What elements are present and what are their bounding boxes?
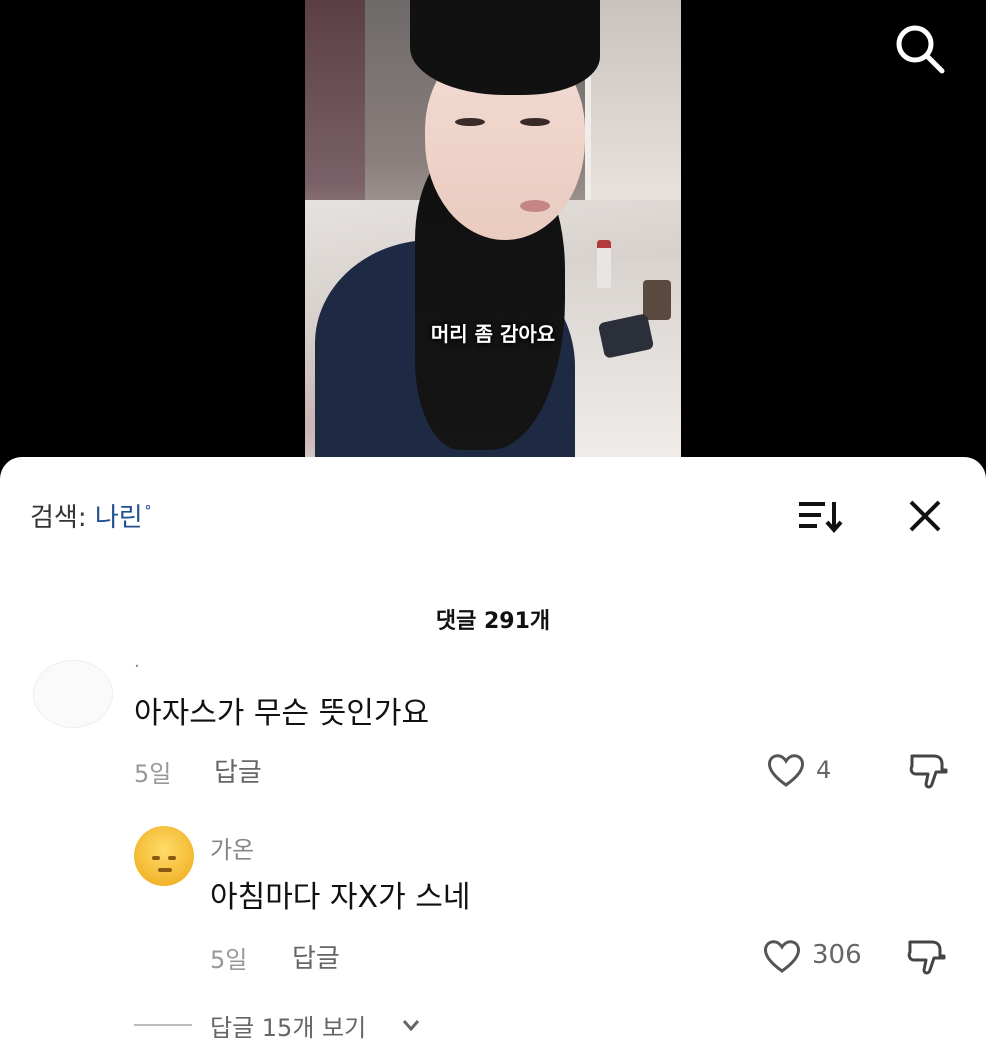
like-count: 4 — [816, 756, 832, 784]
search-query[interactable]: 나린 — [95, 503, 143, 533]
reply-button[interactable]: 답글 — [292, 938, 340, 975]
avatar-eye — [152, 856, 160, 860]
comment-count: 댓글 291개 — [435, 609, 551, 634]
avatar[interactable] — [134, 826, 194, 886]
heart-icon[interactable] — [766, 750, 806, 790]
comment-username[interactable]: · — [134, 656, 140, 677]
avatar[interactable] — [33, 660, 113, 728]
sort-icon[interactable] — [797, 498, 843, 534]
search-icon[interactable] — [893, 22, 947, 76]
view-replies-button[interactable]: 답글 15개 보기 — [210, 1008, 366, 1043]
video-player[interactable]: 머리 좀 감아요 — [305, 0, 681, 460]
reply-button[interactable]: 답글 — [214, 752, 262, 789]
heart-icon[interactable] — [762, 936, 802, 976]
search-suggestion[interactable]: 검색: 나린 ᐤ — [30, 497, 151, 534]
video-pouch — [643, 280, 671, 320]
comment-time: 5일 — [210, 946, 248, 974]
video-person-eye — [455, 118, 485, 126]
like-count: 306 — [812, 940, 862, 970]
video-person-eye — [520, 118, 550, 126]
comment-username[interactable]: 가온 — [210, 830, 254, 865]
close-icon[interactable] — [906, 497, 944, 535]
comment-time: 5일 — [134, 760, 172, 788]
video-person-bangs — [410, 0, 600, 95]
thumbs-down-icon[interactable] — [906, 750, 950, 790]
thumbs-down-icon[interactable] — [904, 936, 948, 976]
search-label: 검색: — [30, 503, 87, 533]
avatar-mouth — [158, 868, 172, 872]
comment-text: 아자스가 무슨 뜻인가요 — [134, 696, 430, 731]
comment-text: 아침마다 자X가 스네 — [210, 880, 471, 915]
video-bottle — [597, 240, 611, 288]
video-area: 머리 좀 감아요 — [0, 0, 986, 470]
video-person-lips — [520, 200, 550, 212]
replies-divider — [134, 1024, 192, 1026]
avatar-eye — [168, 856, 176, 860]
video-caption: 머리 좀 감아요 — [430, 322, 556, 346]
search-small-icon: ᐤ — [144, 501, 151, 521]
chevron-down-icon[interactable] — [400, 1014, 422, 1036]
